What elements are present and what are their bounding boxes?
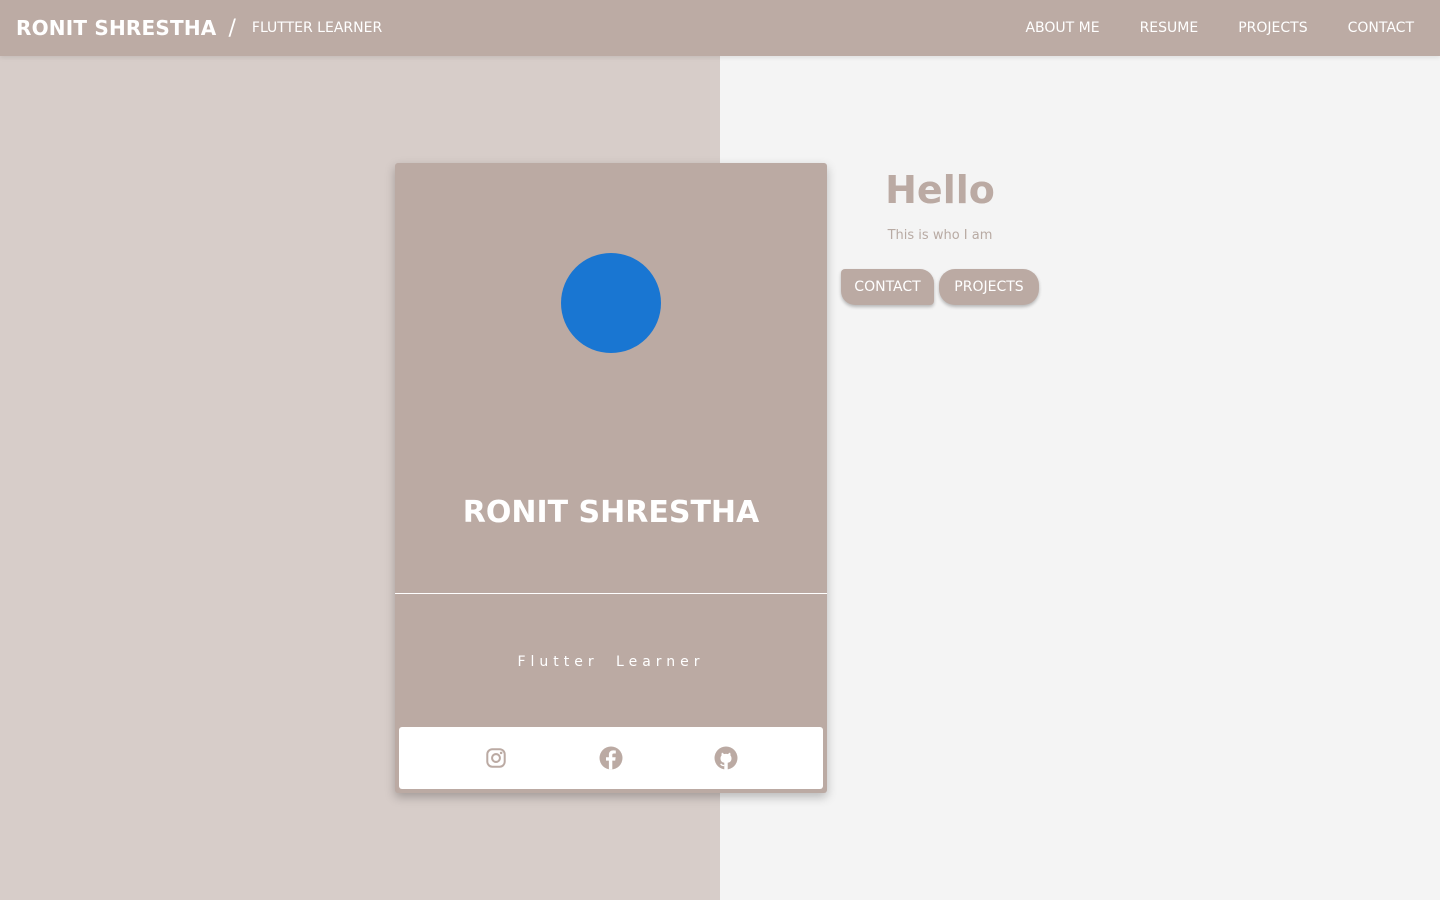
brand-subtitle: FLUTTER LEARNER (251, 20, 383, 36)
facebook-icon[interactable] (598, 745, 624, 771)
brand-separator: / (228, 15, 236, 41)
top-app-bar: RONIT SHRESTHA / FLUTTER LEARNER ABOUT M… (0, 0, 1440, 56)
nav-about-me[interactable]: ABOUT ME (1005, 0, 1119, 56)
github-icon[interactable] (713, 745, 739, 771)
brand-name: RONIT SHRESTHA (16, 16, 217, 40)
nav-projects[interactable]: PROJECTS (1218, 0, 1327, 56)
nav-contact[interactable]: CONTACT (1328, 0, 1434, 56)
profile-name: RONIT SHRESTHA (462, 495, 760, 530)
profile-role: Flutter Learner (517, 654, 705, 670)
right-background-panel (720, 56, 1440, 900)
greeting-heading: Hello (885, 168, 995, 212)
brand: RONIT SHRESTHA / FLUTTER LEARNER (16, 16, 382, 41)
social-links-bar (399, 727, 823, 789)
profile-card: RONIT SHRESTHA Flutter Learner (395, 163, 827, 793)
instagram-icon[interactable] (483, 745, 509, 771)
projects-button[interactable]: PROJECTS (939, 269, 1039, 305)
greeting-subtitle: This is who I am (887, 228, 993, 243)
avatar (561, 253, 661, 353)
nav-menu: ABOUT ME RESUME PROJECTS CONTACT (1005, 0, 1434, 56)
nav-resume[interactable]: RESUME (1120, 0, 1219, 56)
contact-button[interactable]: CONTACT (841, 269, 934, 305)
card-divider (395, 593, 827, 594)
